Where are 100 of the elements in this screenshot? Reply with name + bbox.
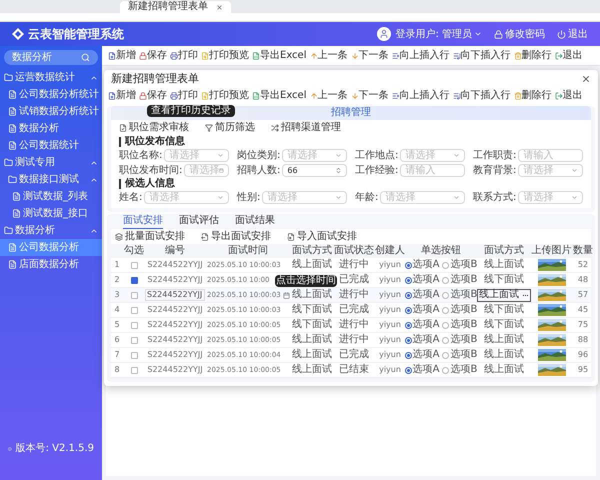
radio-button[interactable]	[442, 336, 450, 344]
radio-button[interactable]	[404, 276, 412, 284]
radio-button[interactable]	[404, 352, 412, 358]
table-cell: 线上面试	[291, 365, 333, 375]
table-cell-text: yiyun	[378, 364, 402, 376]
toolbar-button[interactable]: 打印预览	[201, 91, 249, 101]
document-icon	[8, 107, 17, 116]
radio-label: 选项A	[412, 320, 440, 330]
logout-icon	[554, 52, 562, 60]
table-cell-text: yiyun	[378, 259, 402, 271]
toolbar-button[interactable]: 下一条	[350, 50, 388, 60]
toolbar-button[interactable]: 删除行	[514, 91, 552, 101]
tab-title: 新建招聘管理表单	[128, 2, 208, 12]
checkbox[interactable]	[130, 292, 138, 298]
logout-link[interactable]: 退出	[557, 26, 588, 42]
toolbar-button[interactable]: 上一条	[310, 50, 348, 60]
radio-label: 选项A	[412, 305, 440, 315]
sidebar-item[interactable]: 测试数据_列表	[0, 188, 102, 205]
field-label: 职位名称:	[119, 150, 162, 160]
sidebar-item[interactable]: 数据分析	[0, 120, 102, 137]
table-cell-text: yiyun	[378, 319, 402, 331]
document-icon	[8, 260, 17, 269]
edit-field[interactable]: 线上面试	[477, 288, 531, 302]
calendar-icon[interactable]	[282, 292, 290, 298]
toolbar-button[interactable]: 下一条	[350, 91, 388, 101]
browser-tab[interactable]: 新建招聘管理表单	[120, 1, 231, 13]
action-button[interactable]: 导入面试安排	[287, 232, 357, 242]
toolbar-button[interactable]: 打印	[170, 50, 198, 60]
radio-button[interactable]	[404, 366, 412, 374]
radio-button[interactable]	[404, 336, 412, 344]
toolbar-button[interactable]: 向下插入行	[452, 91, 510, 101]
toolbar-button[interactable]: 向下插入行	[452, 50, 510, 60]
sidebar-item[interactable]: 店面数据分析	[0, 256, 102, 273]
radio-button[interactable]	[404, 262, 412, 268]
id-select[interactable]: S2244522YYJJ	[145, 289, 205, 301]
toolbar-button[interactable]: 导出Excel	[252, 91, 306, 101]
document-icon	[8, 243, 17, 252]
toolbar-button[interactable]: 保存	[139, 91, 167, 101]
sidebar-item[interactable]: 运营数据统计	[0, 69, 102, 86]
table-cell-text: S2244522YYJJ	[146, 319, 204, 331]
checkbox[interactable]	[130, 322, 138, 328]
sidebar-item[interactable]: 测试数据_接口	[0, 205, 102, 222]
radio-button[interactable]	[442, 292, 450, 298]
table-cell: 线上面试	[291, 260, 333, 270]
tab[interactable]: 面试结果	[235, 216, 275, 229]
radio-button[interactable]	[442, 366, 450, 374]
checkbox[interactable]	[130, 262, 138, 268]
sidebar-item[interactable]: 试销数据分析统计	[0, 103, 102, 120]
toolbar-button[interactable]: 新增	[108, 91, 136, 101]
sidebar-item[interactable]: 数据分析	[0, 222, 102, 239]
sidebar-item[interactable]: 数据接口测试	[0, 171, 102, 188]
toolbar-button[interactable]: 打印预览	[201, 50, 249, 60]
radio-button[interactable]	[442, 322, 450, 328]
radio-button[interactable]	[404, 292, 412, 298]
tab[interactable]: 面试评估	[179, 216, 219, 229]
table-cell-text: 线上面试	[483, 335, 525, 345]
toolbar-button[interactable]: 向上插入行	[392, 50, 450, 60]
radio-button[interactable]	[442, 306, 450, 314]
checkbox[interactable]	[130, 276, 138, 284]
table-cell-text: 57	[576, 289, 590, 301]
action-button[interactable]: 招聘渠道管理	[271, 122, 341, 132]
radio-button[interactable]	[442, 276, 450, 284]
toolbar-button[interactable]: 新增	[108, 50, 136, 60]
sidebar-item[interactable]: 公司数据统计	[0, 137, 102, 154]
user-menu[interactable]: 登录用户: 管理员	[395, 26, 482, 42]
table-cell-text: yiyun	[378, 304, 402, 316]
table-cell: 线下面试	[291, 320, 333, 330]
input-field[interactable]: 请输入	[400, 164, 465, 177]
toolbar-button[interactable]: 保存	[139, 50, 167, 60]
toolbar-button[interactable]: 向上插入行	[392, 91, 450, 101]
row-number: 7	[113, 349, 121, 361]
action-button[interactable]: 导出面试安排	[201, 232, 271, 242]
toolbar-button[interactable]: 删除行	[514, 50, 552, 60]
input-field[interactable]: 请输入	[518, 149, 583, 162]
sidebar-item[interactable]: 测试专用	[0, 154, 102, 171]
field-label: 岗位类别:	[237, 150, 280, 160]
radio-button[interactable]	[442, 262, 450, 268]
radio-button[interactable]	[404, 306, 412, 314]
dialog-title: 新建招聘管理表单	[111, 70, 199, 87]
number-field[interactable]: 66	[282, 164, 347, 177]
toolbar-button[interactable]: 退出	[554, 50, 582, 60]
checkbox[interactable]	[130, 306, 138, 314]
radio-button[interactable]	[404, 322, 412, 328]
table-cell-text: S2244522YYJJ	[146, 334, 204, 346]
checkbox[interactable]	[130, 366, 138, 374]
action-button[interactable]: 简历筛选	[205, 122, 255, 132]
action-button[interactable]: 职位需求审核	[119, 122, 189, 132]
toolbar-button[interactable]: 退出	[554, 91, 582, 101]
toolbar-button[interactable]: 导出Excel	[252, 50, 306, 60]
lock-icon	[139, 52, 147, 60]
action-button[interactable]: 批量面试安排	[115, 232, 185, 242]
radio-button[interactable]	[442, 352, 450, 358]
change-password-link[interactable]: 修改密码	[494, 26, 545, 42]
sidebar-item[interactable]: 公司数据分析统计	[0, 86, 102, 103]
close-icon[interactable]	[216, 4, 223, 10]
checkbox[interactable]	[130, 336, 138, 344]
close-icon[interactable]	[581, 74, 591, 84]
checkbox[interactable]	[130, 352, 138, 358]
toolbar-button[interactable]: 打印	[170, 91, 198, 101]
toolbar-button[interactable]: 上一条	[310, 91, 348, 101]
